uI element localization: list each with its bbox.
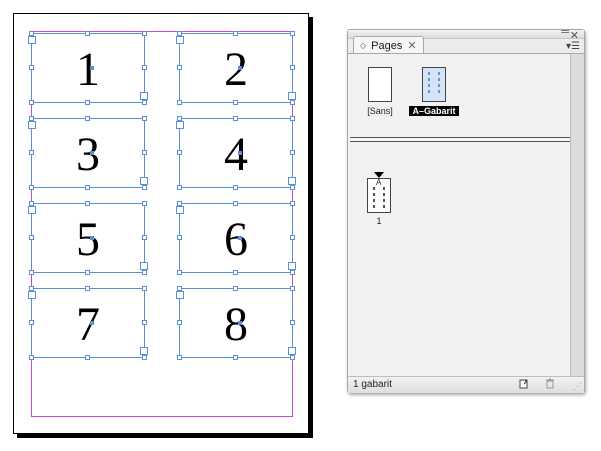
text-frame-5[interactable]: 5 bbox=[28, 201, 148, 275]
resize-handle[interactable] bbox=[85, 286, 90, 291]
frame-center-point bbox=[238, 151, 242, 155]
master-a-thumbnail[interactable] bbox=[422, 67, 446, 102]
master-none-thumbnail[interactable] bbox=[368, 67, 392, 102]
frame-number: 3 bbox=[76, 128, 100, 181]
resize-handle[interactable] bbox=[142, 185, 147, 190]
tab-close-icon[interactable]: ✕ bbox=[407, 39, 416, 52]
trash-icon[interactable] bbox=[545, 378, 555, 392]
text-frame-2[interactable]: 2 bbox=[176, 31, 296, 105]
resize-handle[interactable] bbox=[142, 31, 147, 36]
resize-handle[interactable] bbox=[290, 100, 295, 105]
resize-grip-icon[interactable]: ⋰ bbox=[573, 381, 582, 392]
frame-number: 8 bbox=[224, 298, 248, 351]
text-frame-3[interactable]: 3 bbox=[28, 116, 148, 190]
resize-handle[interactable] bbox=[85, 355, 90, 360]
frame-center-point bbox=[238, 66, 242, 70]
frame-center-point bbox=[90, 151, 94, 155]
resize-handle[interactable] bbox=[233, 116, 238, 121]
master-none-label: [Sans] bbox=[367, 106, 393, 116]
frame-number: 2 bbox=[224, 43, 248, 96]
vertical-scrollbar[interactable] bbox=[570, 54, 584, 377]
resize-handle[interactable] bbox=[29, 355, 34, 360]
pages-panel: ═ ✕ ◇ Pages ✕ ▾☰ [Sans] A–Gabarit A 1 1 … bbox=[347, 26, 585, 393]
resize-handle[interactable] bbox=[290, 116, 295, 121]
text-frame-7[interactable]: 7 bbox=[28, 286, 148, 360]
text-frame-4[interactable]: 4 bbox=[176, 116, 296, 190]
panel-content: [Sans] A–Gabarit A 1 bbox=[348, 54, 570, 377]
resize-handle[interactable] bbox=[142, 100, 147, 105]
resize-handle[interactable] bbox=[85, 31, 90, 36]
frame-number: 5 bbox=[76, 213, 100, 266]
resize-handle[interactable] bbox=[85, 270, 90, 275]
resize-handle[interactable] bbox=[177, 100, 182, 105]
frames-preview-icon bbox=[423, 68, 445, 101]
resize-handle[interactable] bbox=[233, 286, 238, 291]
resize-handle[interactable] bbox=[142, 201, 147, 206]
frames-preview-icon bbox=[373, 187, 385, 208]
frame-number: 7 bbox=[76, 298, 100, 351]
frame-number: 1 bbox=[76, 43, 100, 96]
resize-handle[interactable] bbox=[177, 185, 182, 190]
resize-handle[interactable] bbox=[290, 270, 295, 275]
resize-handle[interactable] bbox=[142, 270, 147, 275]
frame-center-point bbox=[238, 236, 242, 240]
resize-handle[interactable] bbox=[233, 31, 238, 36]
resize-handle[interactable] bbox=[177, 355, 182, 360]
resize-handle[interactable] bbox=[233, 100, 238, 105]
resize-handle[interactable] bbox=[85, 201, 90, 206]
frame-number: 6 bbox=[224, 213, 248, 266]
text-frame-8[interactable]: 8 bbox=[176, 286, 296, 360]
frame-center-point bbox=[90, 66, 94, 70]
resize-handle[interactable] bbox=[85, 100, 90, 105]
double-arrow-icon: ◇ bbox=[360, 41, 367, 50]
tab-pages[interactable]: ◇ Pages ✕ bbox=[353, 36, 424, 54]
resize-handle[interactable] bbox=[29, 100, 34, 105]
page-1-label: 1 bbox=[376, 216, 382, 226]
text-frame-6[interactable]: 6 bbox=[176, 201, 296, 275]
page-1-thumbnail[interactable]: A bbox=[367, 178, 391, 213]
resize-handle[interactable] bbox=[233, 270, 238, 275]
resize-handle[interactable] bbox=[142, 116, 147, 121]
resize-handle[interactable] bbox=[142, 286, 147, 291]
collapse-icon[interactable]: ═ bbox=[561, 26, 569, 38]
panel-status-bar: 1 gabarit ⋰ bbox=[348, 376, 584, 393]
frame-number: 4 bbox=[224, 128, 248, 181]
resize-handle[interactable] bbox=[290, 185, 295, 190]
resize-handle[interactable] bbox=[85, 185, 90, 190]
status-text: 1 gabarit bbox=[353, 379, 392, 390]
text-frame-1[interactable]: 1 bbox=[28, 31, 148, 105]
resize-handle[interactable] bbox=[233, 355, 238, 360]
resize-handle[interactable] bbox=[233, 185, 238, 190]
frame-center-point bbox=[238, 321, 242, 325]
panel-section-divider[interactable] bbox=[350, 137, 584, 142]
tab-label: Pages bbox=[371, 39, 403, 52]
frame-center-point bbox=[90, 321, 94, 325]
frame-center-point bbox=[90, 236, 94, 240]
resize-handle[interactable] bbox=[290, 286, 295, 291]
master-a-label: A–Gabarit bbox=[409, 106, 459, 116]
resize-handle[interactable] bbox=[29, 185, 34, 190]
resize-handle[interactable] bbox=[290, 31, 295, 36]
panel-menu-icon[interactable]: ▾☰ bbox=[566, 41, 580, 52]
resize-handle[interactable] bbox=[177, 270, 182, 275]
resize-handle[interactable] bbox=[142, 355, 147, 360]
resize-handle[interactable] bbox=[29, 270, 34, 275]
new-page-icon[interactable] bbox=[519, 379, 529, 392]
resize-handle[interactable] bbox=[290, 201, 295, 206]
resize-handle[interactable] bbox=[85, 116, 90, 121]
resize-handle[interactable] bbox=[233, 201, 238, 206]
resize-handle[interactable] bbox=[290, 355, 295, 360]
